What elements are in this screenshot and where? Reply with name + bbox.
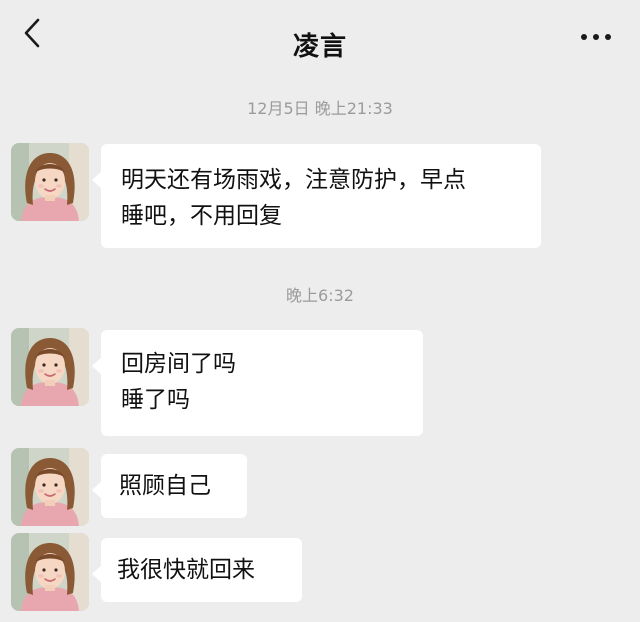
- timestamp: 晚上6:32: [286, 286, 354, 305]
- message-text-line: 明天还有场雨戏，注意防护，早点: [121, 167, 466, 193]
- avatar[interactable]: [11, 328, 89, 406]
- message-text-line: 照顾自己: [119, 473, 211, 499]
- chat-header: 凌言: [0, 0, 640, 82]
- more-button[interactable]: [578, 28, 614, 40]
- message-text-line: 回房间了吗: [121, 351, 236, 377]
- message-text-line: 睡吧，不用回复: [121, 203, 282, 229]
- message-text-line: 我很快就回来: [117, 557, 255, 583]
- avatar[interactable]: [11, 533, 89, 611]
- avatar[interactable]: [11, 143, 89, 221]
- timestamp: 12月5日 晚上21:33: [247, 99, 393, 118]
- message-bubble[interactable]: 我很快就回来: [92, 538, 302, 602]
- more-horizontal-icon: [581, 34, 611, 40]
- chat-title: 凌言: [292, 32, 347, 62]
- message-bubble[interactable]: 回房间了吗 睡了吗: [92, 330, 423, 436]
- message-bubble[interactable]: 明天还有场雨戏，注意防护，早点 睡吧，不用回复: [92, 144, 541, 248]
- message-text-line: 睡了吗: [121, 387, 190, 413]
- message-bubble[interactable]: 照顾自己: [92, 454, 247, 518]
- avatar[interactable]: [11, 448, 89, 526]
